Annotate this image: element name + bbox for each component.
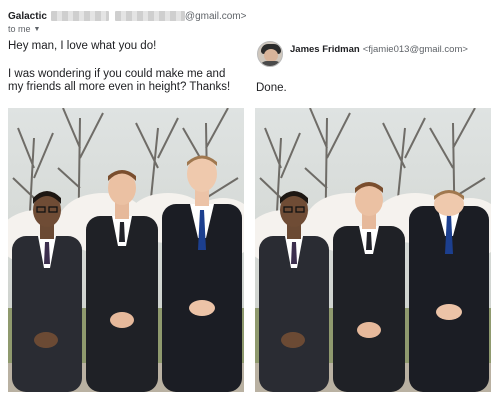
original-photo	[8, 108, 244, 392]
message-line: Hey man, I love what you do!	[8, 40, 157, 52]
sender-email: @gmail.com>	[184, 10, 247, 22]
avatar[interactable]	[257, 41, 283, 67]
photo-edited-image	[255, 108, 491, 392]
reply-panel: James Fridman <fjamie013@gmail.com> Done…	[250, 0, 500, 400]
message-line: I was wondering if you could make me and	[8, 68, 226, 80]
redacted-text	[50, 11, 109, 21]
reply-sender-name[interactable]: James Fridman	[290, 44, 360, 55]
sender-name[interactable]: Galactic	[8, 11, 47, 22]
reply-header: James Fridman <fjamie013@gmail.com>	[290, 44, 468, 55]
to-label: to me	[8, 24, 31, 34]
edited-photo	[255, 108, 491, 392]
recipient-line[interactable]: to me ▼	[8, 24, 40, 34]
message-body: I was wondering if you could make me and…	[8, 68, 248, 94]
sender-line: Galactic @gmail.com>	[8, 9, 246, 23]
reply-sender-email: <fjamie013@gmail.com>	[362, 44, 468, 55]
chevron-down-icon[interactable]: ▼	[34, 26, 41, 33]
reply-message: Done.	[256, 82, 287, 94]
request-panel: Galactic @gmail.com> to me ▼ Hey man, I …	[0, 0, 250, 400]
photo-original-image	[8, 108, 244, 392]
redacted-email	[114, 11, 185, 21]
message-line: my friends all more even in height? Than…	[8, 81, 231, 93]
